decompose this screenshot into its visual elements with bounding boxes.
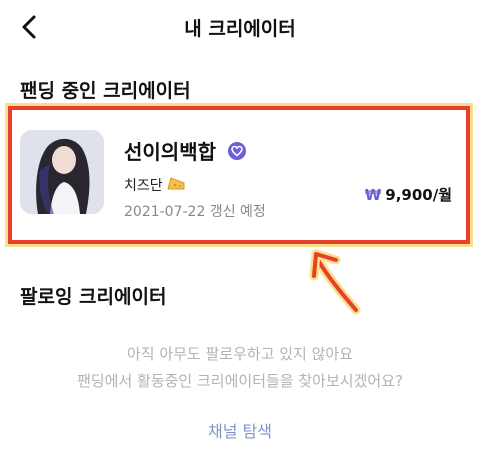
subscription-price: ₩9,900/월 (365, 184, 452, 205)
app-header: 내 크리에이터 (0, 0, 480, 60)
empty-message-line2: 팬딩에서 활동중인 크리에이터들을 찾아보시겠어요? (77, 372, 403, 390)
funding-section-title: 팬딩 중인 크리에이터 (20, 80, 191, 102)
annotation-arrow-icon (309, 249, 361, 315)
creator-name: 선이의백합 (124, 140, 216, 164)
page-title: 내 크리에이터 (184, 18, 296, 40)
price-amount: 9,900/월 (385, 186, 452, 204)
cheese-icon (166, 176, 185, 195)
creator-avatar (20, 130, 104, 214)
tier-name: 치즈단 (124, 178, 163, 194)
highlight-box: 선이의백합 치즈단 2021-07-22 갱신 예정 ₩ 9,900/월 (8, 106, 470, 244)
verified-heart-badge-icon (228, 141, 246, 160)
creator-card[interactable]: 선이의백합 치즈단 2021-07-22 갱신 예정 ₩ 9,900/월 (20, 130, 458, 220)
explore-channels-link[interactable]: 채널 탐색 (0, 418, 480, 442)
following-section-title: 팔로잉 크리에이터 (20, 286, 167, 308)
currency-symbol: ₩ (364, 186, 382, 204)
empty-message-line1: 아직 아무도 팔로우하고 있지 않아요 (126, 345, 354, 363)
